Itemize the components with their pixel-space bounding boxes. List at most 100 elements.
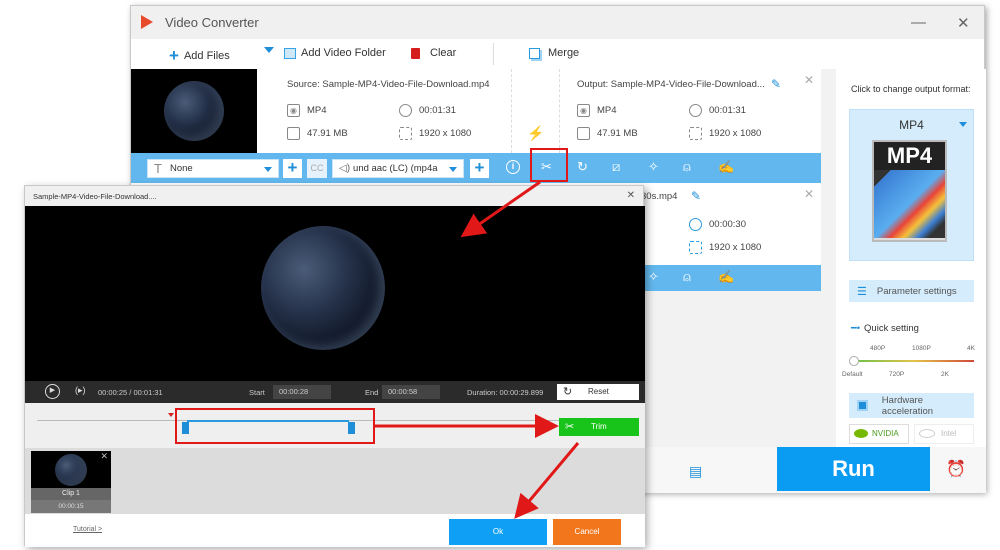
earth-image bbox=[261, 226, 385, 350]
title-bar: Video Converter — ✕ bbox=[131, 6, 984, 39]
chip-icon bbox=[857, 400, 868, 411]
ok-button[interactable]: Ok bbox=[449, 519, 547, 545]
divider bbox=[511, 69, 512, 153]
audio-track-select[interactable]: ◁) und aac (LC) (mp4a bbox=[332, 159, 464, 178]
trim-dialog: Sample-MP4-Video-File-Download.... ✕ ▶ (… bbox=[24, 185, 645, 547]
output-size: 47.91 MB bbox=[577, 127, 638, 140]
balloon-art bbox=[874, 170, 945, 238]
refresh-icon: ↻ bbox=[563, 386, 573, 398]
trim-button[interactable]: ✂ Trim bbox=[559, 418, 639, 436]
watermark-stamp-icon[interactable]: ⍝ bbox=[683, 270, 691, 283]
format-name: MP4 bbox=[899, 118, 924, 132]
source-filename: Source: Sample-MP4-Video-File-Download.m… bbox=[287, 79, 490, 90]
video-preview[interactable] bbox=[25, 206, 645, 381]
add-video-folder-button[interactable]: Add Video Folder bbox=[284, 47, 386, 59]
format-hint: Click to change output format: bbox=[851, 84, 971, 94]
start-time-input[interactable]: 00:00:28 bbox=[273, 385, 331, 399]
parameter-settings-button[interactable]: ☰ Parameter settings bbox=[849, 280, 974, 302]
alarm-clock-icon[interactable]: ⏰ bbox=[946, 459, 966, 479]
quality-track[interactable] bbox=[854, 360, 974, 362]
cancel-button[interactable]: Cancel bbox=[553, 519, 621, 545]
highlight-trim-handles bbox=[175, 408, 375, 444]
output-duration: 00:00:30 bbox=[689, 218, 746, 231]
clock-icon bbox=[399, 104, 412, 117]
effects-wand-icon[interactable]: ✧ bbox=[648, 160, 659, 173]
output-filename: Output: Sample-MP4-Video-File-Download..… bbox=[577, 79, 765, 90]
remove-file-icon[interactable]: ✕ bbox=[804, 187, 814, 201]
output-format-selector[interactable]: MP4 MP4 bbox=[849, 109, 974, 261]
hardware-acceleration-button[interactable]: Hardware acceleration bbox=[849, 393, 974, 418]
effects-wand-icon[interactable]: ✧ bbox=[648, 270, 659, 283]
resolution-icon bbox=[689, 241, 702, 254]
caret-down-icon bbox=[449, 167, 457, 172]
slider-icon: ━• bbox=[851, 323, 861, 334]
dialog-title: Sample-MP4-Video-File-Download.... bbox=[25, 186, 643, 206]
quality-slider-handle[interactable] bbox=[849, 356, 859, 366]
merge-button[interactable]: Merge bbox=[529, 47, 579, 59]
play-button[interactable]: ▶ bbox=[45, 384, 60, 399]
info-icon[interactable]: i bbox=[506, 160, 520, 174]
intel-button[interactable]: Intel bbox=[914, 424, 974, 444]
video-format-icon: ◉ bbox=[577, 104, 590, 117]
remove-clip-icon[interactable]: ✕ bbox=[100, 451, 108, 462]
resolution-icon bbox=[689, 127, 702, 140]
output-format: ◉ MP4 bbox=[577, 104, 617, 117]
intel-logo-icon bbox=[919, 429, 935, 439]
caret-down-icon bbox=[264, 47, 274, 53]
watermark-stamp-icon[interactable]: ⍝ bbox=[683, 160, 691, 173]
clear-button[interactable]: Clear bbox=[411, 47, 456, 59]
output-resolution: 1920 x 1080 bbox=[689, 127, 761, 140]
dialog-close-button[interactable]: ✕ bbox=[627, 190, 635, 201]
subtitle-edit-icon[interactable]: ✍ bbox=[718, 160, 734, 173]
tutorial-link[interactable]: Tutorial > bbox=[73, 526, 102, 533]
sliders-icon: ☰ bbox=[857, 285, 867, 298]
source-duration: 00:01:31 bbox=[399, 104, 456, 117]
clock-icon bbox=[689, 218, 702, 231]
remove-file-icon[interactable]: ✕ bbox=[804, 73, 814, 87]
add-audio-button[interactable]: + bbox=[470, 159, 489, 178]
edit-pencil-icon[interactable]: ✎ bbox=[691, 189, 701, 203]
file-icon bbox=[577, 127, 590, 140]
subtitle-select[interactable]: T None bbox=[147, 159, 279, 178]
add-dropdown-button[interactable] bbox=[264, 47, 274, 53]
clip-item[interactable]: ✕ Clip 1 00:00:15 bbox=[31, 451, 111, 513]
add-folder-label: Add Video Folder bbox=[301, 47, 386, 59]
earth-image bbox=[164, 81, 224, 141]
current-time: 00:00:25 / 00:01:31 bbox=[98, 388, 163, 397]
file-item[interactable]: Source: Sample-MP4-Video-File-Download.m… bbox=[131, 69, 821, 183]
end-time-input[interactable]: 00:00:58 bbox=[382, 385, 440, 399]
duration-text: Duration: 00:00:29.899 bbox=[467, 388, 544, 397]
clock-icon bbox=[689, 104, 702, 117]
run-button[interactable]: Run bbox=[777, 447, 930, 491]
speaker-icon: ◁) bbox=[339, 163, 351, 174]
output-resolution: 1920 x 1080 bbox=[689, 241, 761, 254]
output-settings-panel: Click to change output format: MP4 MP4 ☰… bbox=[836, 69, 986, 447]
toolbar-divider bbox=[493, 43, 494, 65]
playhead-marker[interactable] bbox=[168, 413, 174, 417]
minimize-button[interactable]: — bbox=[911, 14, 926, 31]
text-icon: T bbox=[154, 161, 162, 176]
rotate-icon[interactable]: ↻ bbox=[577, 160, 588, 173]
edit-pencil-icon[interactable]: ✎ bbox=[771, 77, 781, 91]
playback-controls: ▶ (▸) 00:00:25 / 00:01:31 Start 00:00:28… bbox=[25, 381, 645, 403]
mp4-format-image: MP4 bbox=[872, 140, 947, 242]
merge-label: Merge bbox=[548, 47, 580, 59]
add-subtitle-button[interactable]: + bbox=[283, 159, 302, 178]
quality-slider[interactable]: 480P 1080P 4K Default 720P 2K bbox=[842, 345, 979, 385]
close-button[interactable]: ✕ bbox=[957, 14, 970, 32]
subtitle-edit-icon[interactable]: ✍ bbox=[718, 270, 734, 283]
source-format: ◉ MP4 bbox=[287, 104, 327, 117]
caret-down-icon bbox=[959, 122, 967, 127]
frame-step-button[interactable]: (▸) bbox=[75, 385, 86, 396]
crop-icon[interactable]: ⧄ bbox=[612, 160, 620, 173]
output-folder-icon[interactable]: ▤ bbox=[689, 463, 702, 480]
lightning-icon: ⚡ bbox=[527, 125, 545, 141]
earth-image bbox=[55, 454, 87, 486]
video-thumbnail[interactable] bbox=[131, 69, 257, 153]
reset-button[interactable]: ↻ Reset bbox=[557, 384, 639, 400]
end-label: End bbox=[365, 388, 379, 397]
dialog-footer: Tutorial > Ok Cancel bbox=[25, 514, 645, 547]
cc-icon[interactable]: CC bbox=[307, 159, 327, 178]
add-files-button[interactable]: + Add Files bbox=[169, 47, 230, 64]
nvidia-button[interactable]: NVIDIA bbox=[849, 424, 909, 444]
